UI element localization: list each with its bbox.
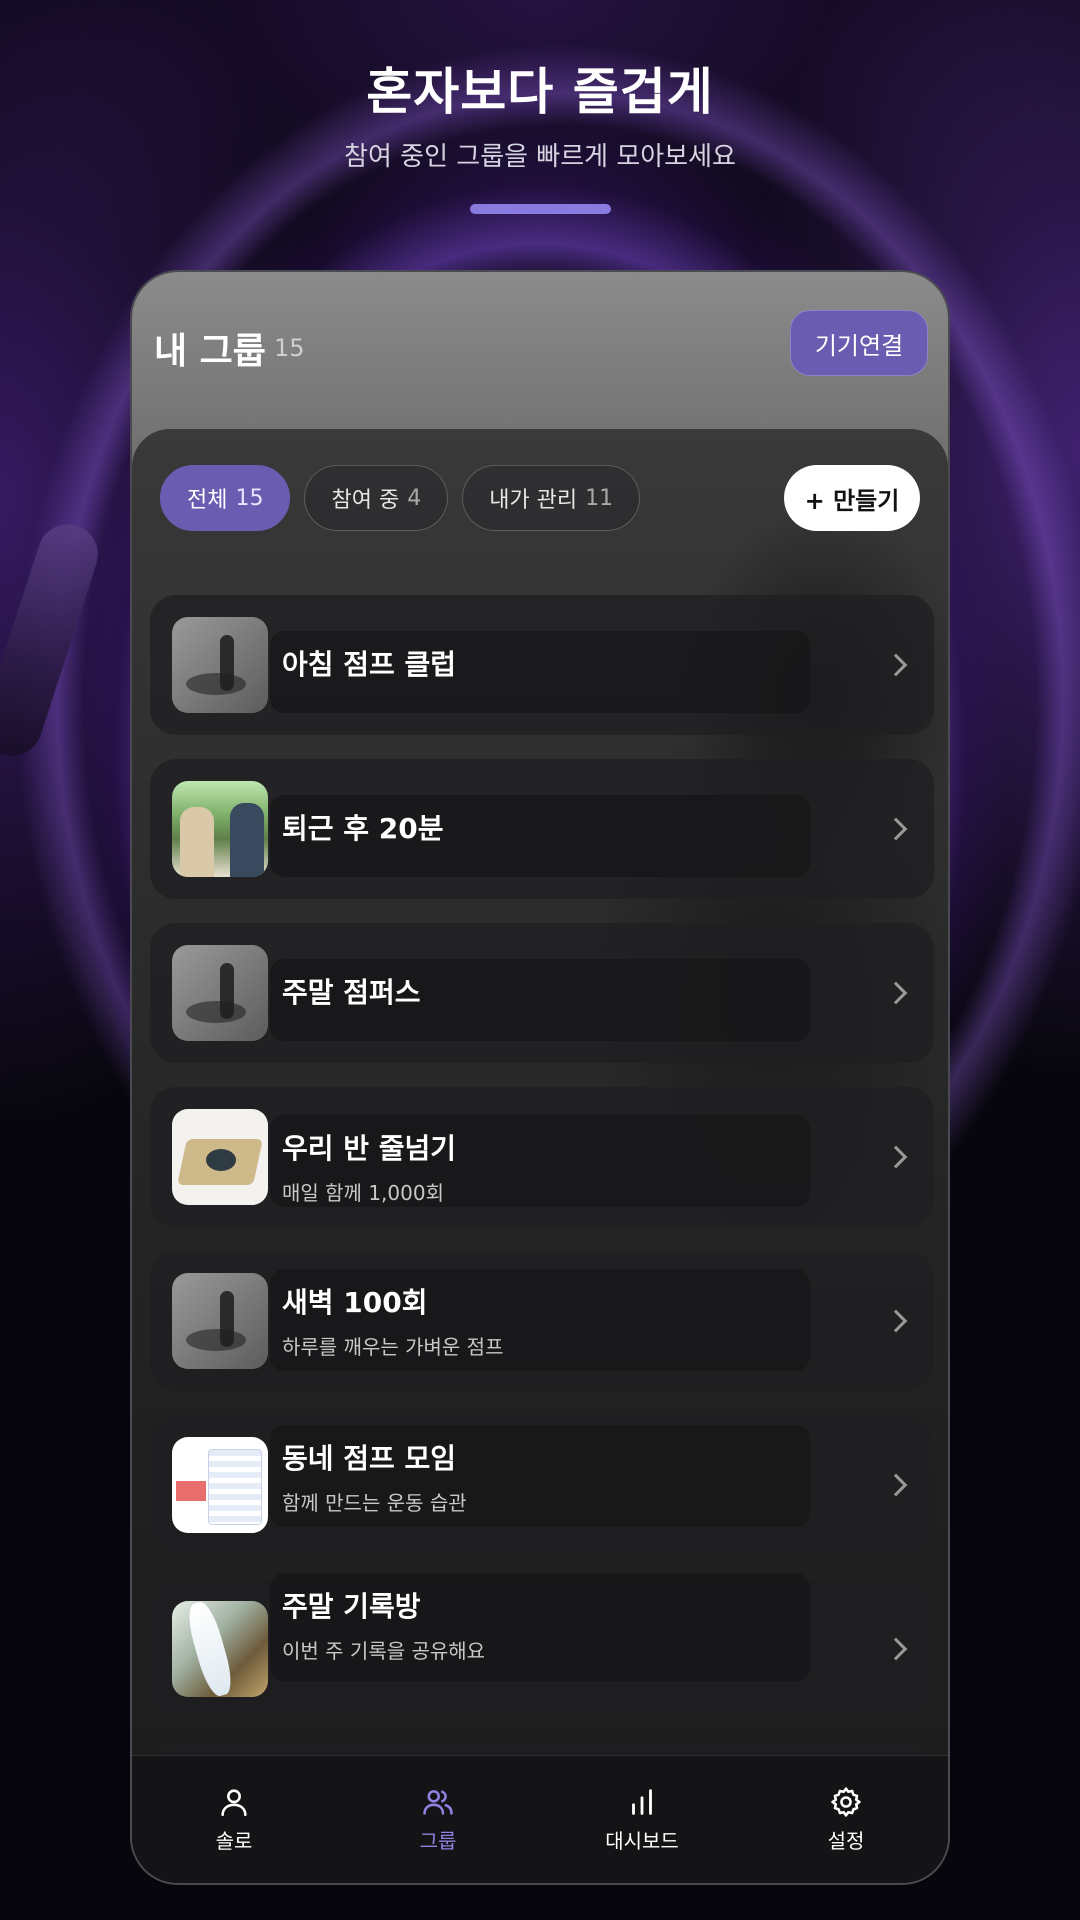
hero-title: 혼자보다 즐겁게 [366,63,714,121]
filter-chip-count: 4 [407,485,422,511]
filter-chips: 전체 15 참여 중 4 내가 관리 11 [160,465,641,531]
tab-label: 그룹 [419,1829,457,1853]
group-thumbnail [172,1601,268,1697]
hero-underline [470,204,611,214]
filter-chip-all[interactable]: 전체 15 [160,465,291,531]
tab-label: 설정 [827,1829,865,1853]
connect-device-button[interactable]: 기기연결 [790,310,928,376]
group-description: 함께 만드는 운동 습관 [282,1491,467,1515]
group-list-sheet: 전체 15 참여 중 4 내가 관리 11 + 만들기 아침 점프 클럽 퇴근 … [132,429,948,1883]
group-card[interactable]: 주말 기록방 이번 주 기록을 공유해요 [150,1573,934,1719]
group-name: 우리 반 줄넘기 [282,1132,457,1165]
group-card[interactable]: 새벽 100회 하루를 깨우는 가벼운 점프 [150,1251,934,1391]
group-card[interactable]: 퇴근 후 20분 [150,759,934,899]
group-name: 아침 점프 클럽 [282,648,457,681]
bottom-tab-bar: 솔로 그룹 대시보드 설정 [132,1755,948,1883]
tab-solo[interactable]: 솔로 [132,1756,336,1883]
chevron-right-icon [884,981,908,1005]
tab-dashboard[interactable]: 대시보드 [540,1756,744,1883]
chevron-right-icon [884,1637,908,1661]
create-group-button[interactable]: + 만들기 [784,465,920,531]
group-thumbnail [172,1109,268,1205]
chevron-right-icon [884,1473,908,1497]
hero-subtitle: 참여 중인 그룹을 빠르게 모아보세요 [344,142,736,172]
chevron-right-icon [884,817,908,841]
group-thumbnail [172,1437,268,1533]
group-name: 주말 점퍼스 [282,976,421,1009]
phone-mockup: 내 그룹 15 기기연결 전체 15 참여 중 4 내가 관리 11 + 만들기 [130,270,950,1885]
group-thumbnail [172,617,268,713]
group-card[interactable]: 주말 점퍼스 [150,923,934,1063]
group-description: 이번 주 기록을 공유해요 [282,1639,486,1663]
group-icon [423,1790,453,1815]
group-name: 퇴근 후 20분 [282,812,444,845]
gear-icon [831,1787,861,1817]
group-thumbnail [172,781,268,877]
filter-chip-label: 내가 관리 [489,488,578,513]
group-card[interactable]: 동네 점프 모임 함께 만드는 운동 습관 [150,1415,934,1555]
bar-chart-icon [632,1789,652,1815]
filter-chip-count: 15 [235,485,264,511]
chevron-right-icon [884,1145,908,1169]
chevron-right-icon [884,1309,908,1333]
chevron-right-icon [884,653,908,677]
group-name: 동네 점프 모임 [282,1442,457,1475]
tab-label: 대시보드 [605,1829,679,1853]
tab-group[interactable]: 그룹 [336,1756,540,1883]
tab-settings[interactable]: 설정 [744,1756,948,1883]
tab-label: 솔로 [215,1829,253,1853]
group-header: 내 그룹 15 기기연결 [132,272,948,432]
group-name: 새벽 100회 [282,1286,428,1319]
page-title: 내 그룹 [154,331,266,372]
group-name: 주말 기록방 [282,1590,421,1623]
group-description: 하루를 깨우는 가벼운 점프 [282,1335,504,1359]
person-icon [221,1789,247,1817]
group-card[interactable]: 아침 점프 클럽 [150,595,934,735]
filter-chip-label: 전체 [187,488,228,513]
group-thumbnail [172,945,268,1041]
jump-rope-handle-image [0,516,106,764]
group-card[interactable]: 우리 반 줄넘기 매일 함께 1,000회 [150,1087,934,1227]
group-count: 15 [274,334,305,362]
group-thumbnail [172,1273,268,1369]
filter-chip-joined[interactable]: 참여 중 4 [304,465,449,531]
filter-chip-managed[interactable]: 내가 관리 11 [462,465,641,531]
group-description: 매일 함께 1,000회 [282,1181,444,1205]
filter-chip-label: 참여 중 [331,488,400,513]
filter-chip-count: 11 [585,485,614,511]
